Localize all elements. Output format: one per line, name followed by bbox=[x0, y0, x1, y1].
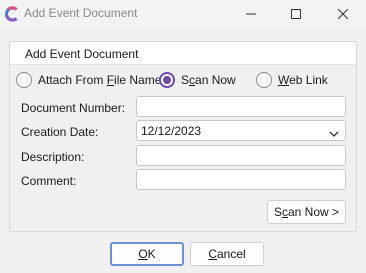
radio-label: Attach From File Name bbox=[38, 73, 162, 87]
scan-now-button[interactable]: Scan Now > bbox=[267, 200, 346, 224]
description-field[interactable] bbox=[136, 145, 346, 166]
description-label: Description: bbox=[21, 150, 85, 164]
minimize-icon bbox=[246, 9, 256, 19]
creation-date-value: 12/12/2023 bbox=[141, 124, 202, 138]
document-number-input[interactable] bbox=[137, 97, 345, 116]
creation-date-picker[interactable]: 12/12/2023 bbox=[136, 120, 346, 141]
scan-now-label: Scan Now > bbox=[273, 205, 340, 219]
document-number-label: Document Number: bbox=[21, 101, 126, 115]
maximize-button[interactable] bbox=[273, 0, 319, 28]
window-title: Add Event Document bbox=[24, 6, 138, 20]
app-logo-icon bbox=[4, 6, 20, 22]
web-link-radio[interactable]: Web Link bbox=[256, 71, 328, 89]
attach-from-file-radio[interactable]: Attach From File Name bbox=[16, 71, 161, 89]
comment-input[interactable] bbox=[137, 170, 345, 189]
document-number-field[interactable] bbox=[136, 96, 346, 117]
minimize-button[interactable] bbox=[228, 0, 274, 28]
close-icon bbox=[338, 9, 348, 19]
radio-label: Scan Now bbox=[181, 73, 236, 87]
group-title: Add Event Document bbox=[25, 47, 139, 61]
maximize-icon bbox=[291, 9, 301, 19]
ok-label: OK bbox=[138, 247, 156, 261]
cancel-button[interactable]: Cancel bbox=[190, 242, 264, 266]
chevron-down-icon[interactable] bbox=[329, 127, 339, 141]
description-input[interactable] bbox=[137, 146, 345, 165]
ok-button[interactable]: OK bbox=[110, 242, 184, 266]
radio-label: Web Link bbox=[278, 73, 328, 87]
radio-checked-icon bbox=[159, 72, 175, 88]
add-event-document-group: Add Event Document Attach From File Name… bbox=[9, 41, 357, 232]
radio-unchecked-icon bbox=[256, 72, 272, 88]
group-header: Add Event Document bbox=[10, 42, 356, 65]
title-bar: Add Event Document bbox=[0, 0, 366, 28]
scan-now-radio[interactable]: Scan Now bbox=[159, 71, 236, 89]
comment-field[interactable] bbox=[136, 169, 346, 190]
comment-label: Comment: bbox=[21, 174, 77, 188]
close-button[interactable] bbox=[320, 0, 366, 28]
cancel-label: Cancel bbox=[208, 247, 246, 261]
creation-date-label: Creation Date: bbox=[21, 125, 99, 139]
radio-unchecked-icon bbox=[16, 72, 32, 88]
